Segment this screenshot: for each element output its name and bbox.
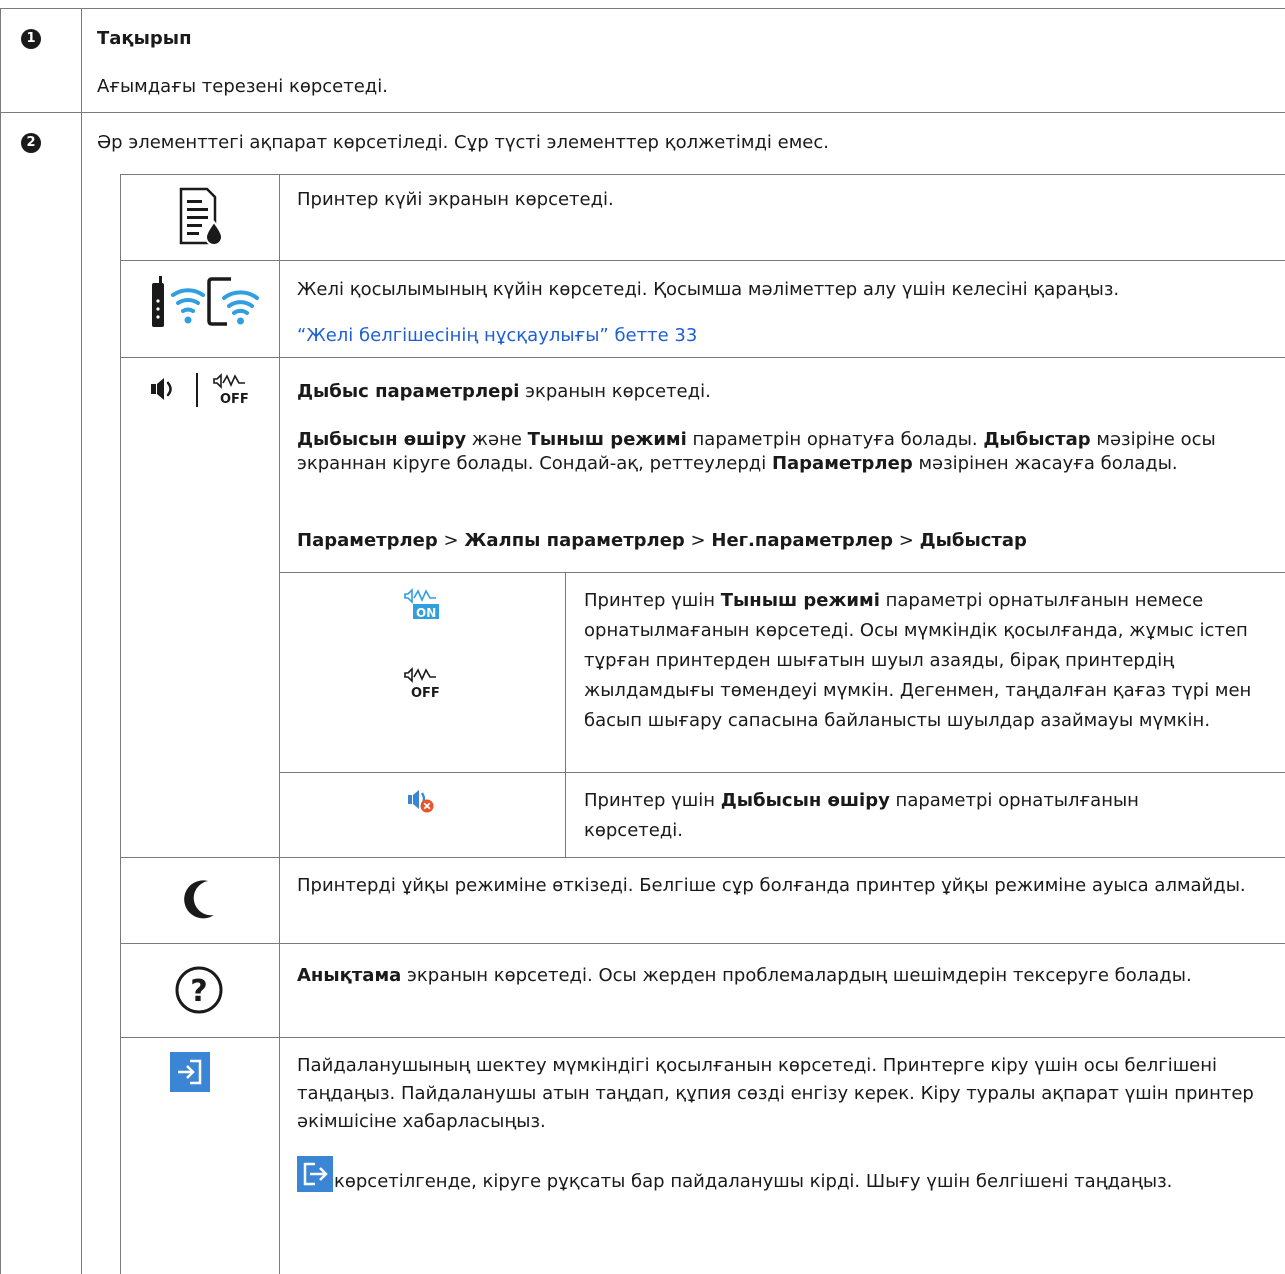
sound-inner-table-top xyxy=(279,572,1285,573)
sound-row-bottom xyxy=(120,857,1285,858)
help-description: Анықтама экранын көрсетеді. Осы жерден п… xyxy=(297,965,1192,986)
table-top-border xyxy=(0,8,1285,9)
sound-inner-row-divider xyxy=(279,772,1285,773)
quiet-mode-off-icon: OFF xyxy=(213,373,249,405)
row2-intro: Әр элементтегі ақпарат көрсетіледі. Сұр … xyxy=(97,132,829,153)
logout-description: көрсетілгенде, кіруге рұқсаты бар пайдал… xyxy=(334,1171,1173,1192)
row1-description: Ағымдағы терезені көрсетеді. xyxy=(97,76,388,97)
login-icon[interactable] xyxy=(170,1052,210,1092)
printer-row-bottom xyxy=(120,260,1285,261)
network-icon-guide-link[interactable]: “Желі белгішесінің нұсқаулығы” бетте 33 xyxy=(297,323,697,349)
printer-status-text: Принтер күйі экранын көрсетеді. xyxy=(297,189,614,210)
login-description: Пайдаланушының шектеу мүмкіндігі қосылға… xyxy=(297,1055,1254,1132)
sleep-description: Принтерді ұйқы режиміне өткізеді. Белгіш… xyxy=(297,875,1246,896)
nested-table-left-border xyxy=(120,174,121,1274)
number-column-divider xyxy=(81,8,82,1274)
row-number-badge-2: 2 xyxy=(21,133,41,153)
svg-text:OFF: OFF xyxy=(411,686,440,699)
speaker-icon xyxy=(151,378,172,400)
sound-settings-text: Дыбыс параметрлері экранын көрсетеді. xyxy=(297,381,711,402)
nested-table-top-border xyxy=(120,174,1285,175)
nested-icon-column-divider xyxy=(279,174,280,1274)
moon-sleep-icon xyxy=(184,880,214,919)
wifi-phone-icon xyxy=(207,277,259,326)
printer-ink-status-icon xyxy=(179,187,224,246)
svg-text:?: ? xyxy=(190,974,207,1009)
mute-speaker-icon xyxy=(408,790,434,813)
quiet-mode-on-icon: ON xyxy=(404,588,439,620)
sleep-row-bottom xyxy=(120,943,1285,944)
table-left-border xyxy=(0,8,1,1274)
network-row-bottom xyxy=(120,357,1285,358)
row1-title: Тақырып xyxy=(97,28,192,49)
mute-description: Принтер үшін Дыбысын өшіру параметрі орн… xyxy=(584,790,1139,841)
row1-bottom-border xyxy=(0,112,1285,113)
wifi-router-icon xyxy=(152,276,205,327)
network-status-text: Желі қосылымының күйін көрсетеді. Қосымш… xyxy=(297,279,1120,300)
sound-icons-separator xyxy=(196,373,198,407)
row-number-badge-1: 1 xyxy=(21,29,41,49)
quiet-mode-description: Принтер үшін Тыныш режимі параметрі орна… xyxy=(584,590,1252,731)
svg-text:ON: ON xyxy=(416,606,436,620)
quiet-mode-off-icon: OFF xyxy=(404,667,440,699)
sound-inner-column-divider xyxy=(565,572,566,857)
sound-settings-menu-path: Параметрлер > Жалпы параметрлер > Нег.па… xyxy=(297,530,1027,551)
svg-text:OFF: OFF xyxy=(220,392,249,405)
help-row-bottom xyxy=(120,1037,1285,1038)
help-question-icon: ? xyxy=(175,966,223,1014)
sound-settings-description: Дыбысын өшіру және Тыныш режимі параметр… xyxy=(297,429,1216,474)
